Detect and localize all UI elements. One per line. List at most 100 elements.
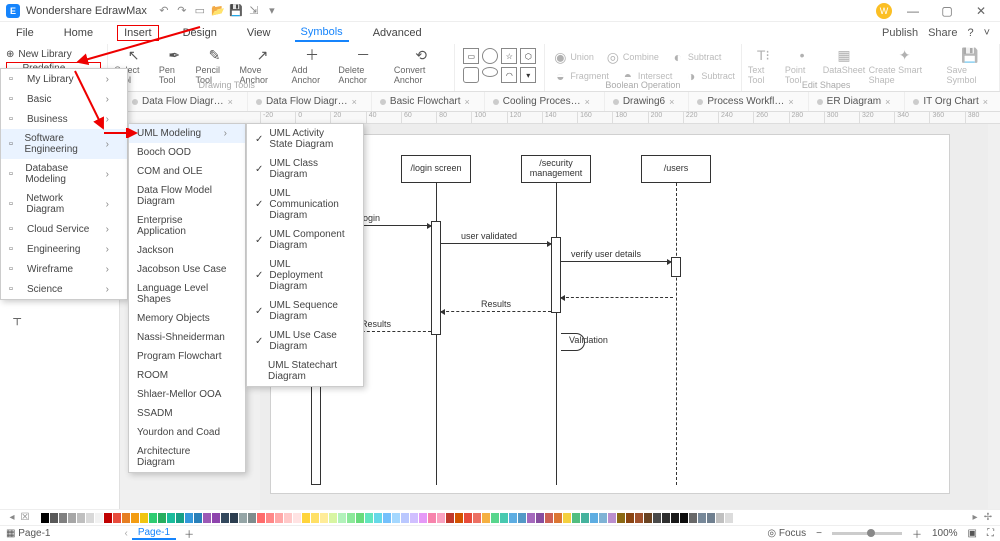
- menu-item[interactable]: Program Flowchart: [129, 347, 245, 366]
- document-tab[interactable]: IT Org Chart×: [905, 92, 1000, 111]
- color-swatch[interactable]: [653, 513, 661, 523]
- document-tab[interactable]: Drawing6×: [605, 92, 690, 111]
- shape-star[interactable]: ☆: [501, 48, 517, 64]
- color-swatch[interactable]: [689, 513, 697, 523]
- datasheet-button[interactable]: ▦DataSheet: [825, 46, 862, 75]
- color-swatch[interactable]: [671, 513, 679, 523]
- color-swatch[interactable]: [518, 513, 526, 523]
- color-swatch[interactable]: [275, 513, 283, 523]
- color-swatch[interactable]: [356, 513, 364, 523]
- color-swatch[interactable]: [140, 513, 148, 523]
- color-swatch[interactable]: [131, 513, 139, 523]
- color-swatch[interactable]: [122, 513, 130, 523]
- color-swatch[interactable]: [554, 513, 562, 523]
- menu-symbols[interactable]: Symbols: [295, 24, 349, 42]
- union-button[interactable]: ◉Union: [551, 48, 594, 66]
- text-tool[interactable]: T⁝Text Tool: [748, 46, 779, 85]
- shape-circle[interactable]: [482, 48, 498, 64]
- help-icon[interactable]: ?: [967, 27, 973, 39]
- color-swatch[interactable]: [212, 513, 220, 523]
- menu-item[interactable]: Enterprise Application: [129, 211, 245, 241]
- color-swatch[interactable]: [446, 513, 454, 523]
- participant-users[interactable]: /users: [641, 155, 711, 183]
- menu-item[interactable]: Memory Objects: [129, 309, 245, 328]
- color-next[interactable]: ▸: [969, 512, 981, 523]
- document-tab[interactable]: Data Flow Diagr…×: [248, 92, 372, 111]
- zoom-slider[interactable]: [832, 532, 902, 535]
- color-swatch[interactable]: [581, 513, 589, 523]
- color-swatch[interactable]: [320, 513, 328, 523]
- zoom-out[interactable]: −: [816, 528, 822, 539]
- menu-item[interactable]: ▫Database Modeling: [1, 159, 127, 189]
- shape-arc[interactable]: ◠: [501, 67, 517, 83]
- color-swatch[interactable]: [50, 513, 58, 523]
- color-swatch[interactable]: [716, 513, 724, 523]
- color-swatch[interactable]: [158, 513, 166, 523]
- msg-results-users[interactable]: [561, 297, 673, 298]
- participant-security[interactable]: /security management: [521, 155, 591, 183]
- color-swatch[interactable]: [203, 513, 211, 523]
- color-swatch[interactable]: [680, 513, 688, 523]
- status-page-info[interactable]: ▦ Page-1: [6, 528, 50, 539]
- color-swatch[interactable]: [536, 513, 544, 523]
- menu-advanced[interactable]: Advanced: [367, 25, 428, 41]
- color-dropper-icon[interactable]: ✢: [982, 512, 994, 523]
- add-anchor[interactable]: ＋Add Anchor: [292, 46, 333, 85]
- page[interactable]: /login screen /security management /user…: [270, 134, 950, 494]
- color-swatch[interactable]: [419, 513, 427, 523]
- color-swatch[interactable]: [239, 513, 247, 523]
- menu-insert[interactable]: Insert: [117, 25, 159, 41]
- color-swatch[interactable]: [311, 513, 319, 523]
- color-swatch[interactable]: [95, 513, 103, 523]
- activation-security[interactable]: [551, 237, 561, 313]
- subtract2-button[interactable]: ◑Subtract: [682, 67, 735, 85]
- convert-anchor[interactable]: ⟲Convert Anchor: [394, 46, 448, 85]
- menu-view[interactable]: View: [241, 25, 277, 41]
- tab-close-icon[interactable]: ×: [228, 97, 233, 107]
- menu-item[interactable]: ▫Basic: [1, 89, 127, 109]
- color-swatch[interactable]: [41, 513, 49, 523]
- color-swatch[interactable]: [248, 513, 256, 523]
- document-tab[interactable]: Cooling Proces…×: [485, 92, 605, 111]
- save-icon[interactable]: 💾: [229, 4, 243, 18]
- color-swatch[interactable]: [698, 513, 706, 523]
- undo-icon[interactable]: ↶: [157, 4, 171, 18]
- redo-icon[interactable]: ↷: [175, 4, 189, 18]
- shape-more[interactable]: ▾: [520, 67, 536, 83]
- color-swatch[interactable]: [428, 513, 436, 523]
- menu-file[interactable]: File: [10, 25, 40, 41]
- open-icon[interactable]: 📂: [211, 4, 225, 18]
- menu-item[interactable]: ▫Business: [1, 109, 127, 129]
- color-swatch[interactable]: [572, 513, 580, 523]
- msg-validated[interactable]: [441, 243, 551, 244]
- color-swatch[interactable]: [338, 513, 346, 523]
- color-swatch[interactable]: [509, 513, 517, 523]
- qat-more-icon[interactable]: ▾: [265, 4, 279, 18]
- tab-close-icon[interactable]: ×: [464, 97, 469, 107]
- menu-item[interactable]: ✓UML Class Diagram: [247, 154, 363, 184]
- document-tab[interactable]: Process Workfl…×: [689, 92, 808, 111]
- color-swatch[interactable]: [500, 513, 508, 523]
- color-swatch[interactable]: [608, 513, 616, 523]
- menu-item[interactable]: Architecture Diagram: [129, 442, 245, 472]
- color-swatch[interactable]: [644, 513, 652, 523]
- page-tab-prev[interactable]: ‹: [120, 528, 131, 539]
- fit-page-icon[interactable]: ▣: [968, 528, 977, 539]
- color-swatch[interactable]: [374, 513, 382, 523]
- color-swatch[interactable]: [77, 513, 85, 523]
- menu-item[interactable]: Nassi-Shneiderman: [129, 328, 245, 347]
- color-swatch[interactable]: [590, 513, 598, 523]
- color-swatch[interactable]: [59, 513, 67, 523]
- delete-anchor[interactable]: －Delete Anchor: [338, 46, 388, 85]
- color-swatch[interactable]: [662, 513, 670, 523]
- document-tab[interactable]: Basic Flowchart×: [372, 92, 485, 111]
- document-tab[interactable]: Data Flow Diagr…×: [124, 92, 248, 111]
- color-swatch[interactable]: [617, 513, 625, 523]
- shape-ellipse[interactable]: [482, 67, 498, 77]
- color-swatch[interactable]: [392, 513, 400, 523]
- minimize-button[interactable]: —: [900, 4, 926, 18]
- user-avatar[interactable]: W: [876, 3, 892, 19]
- color-swatch[interactable]: [293, 513, 301, 523]
- color-swatch[interactable]: [563, 513, 571, 523]
- menu-item[interactable]: ▫Network Diagram: [1, 189, 127, 219]
